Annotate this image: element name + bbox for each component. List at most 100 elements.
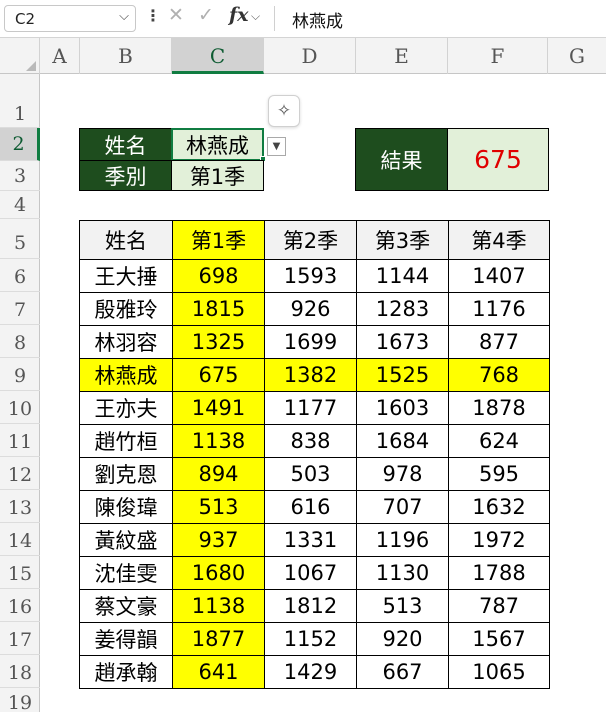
table-header-q4[interactable]: 第4季 [448,220,550,260]
table-cell[interactable]: 1673 [356,325,449,359]
table-cell[interactable]: 641 [172,655,265,689]
table-cell[interactable]: 1788 [448,556,550,590]
row-header-12[interactable]: 12 [0,457,40,490]
table-cell[interactable]: 1138 [172,589,265,623]
table-cell[interactable]: 趙承翰 [79,655,173,689]
table-cell[interactable]: 1491 [172,391,265,425]
table-cell[interactable]: 1325 [172,325,265,359]
row-header-2[interactable]: 2 [0,128,40,161]
table-header-q2[interactable]: 第2季 [264,220,357,260]
table-cell[interactable]: 978 [356,457,449,491]
lookup-name-label[interactable]: 姓名 [79,128,172,161]
table-header-q1[interactable]: 第1季 [172,220,265,260]
table-cell[interactable]: 林羽容 [79,325,173,359]
table-cell[interactable]: 513 [172,490,265,524]
table-cell[interactable]: 838 [264,424,357,458]
select-all-button[interactable] [0,38,40,74]
table-cell[interactable]: 1331 [264,523,357,557]
formula-input[interactable]: 林燕成 [292,7,343,32]
column-header-f[interactable]: F [448,38,548,74]
table-cell[interactable]: 1972 [448,523,550,557]
row-header-7[interactable]: 7 [0,292,40,325]
table-cell[interactable]: 595 [448,457,550,491]
table-cell[interactable]: 1407 [448,259,550,293]
table-cell[interactable]: 1067 [264,556,357,590]
table-cell[interactable]: 894 [172,457,265,491]
validation-dropdown-icon[interactable]: ▼ [267,137,286,156]
table-cell[interactable]: 1065 [448,655,550,689]
table-cell[interactable]: 1138 [172,424,265,458]
table-cell[interactable]: 707 [356,490,449,524]
table-cell[interactable]: 1176 [448,292,550,326]
table-cell[interactable]: 877 [448,325,550,359]
row-header-4[interactable]: 4 [0,191,40,219]
column-header-a[interactable]: A [40,38,80,74]
table-cell[interactable]: 667 [356,655,449,689]
result-label[interactable]: 結果 [355,128,448,191]
column-header-d[interactable]: D [264,38,356,74]
column-header-g[interactable]: G [548,38,606,74]
table-cell[interactable]: 林燕成 [79,358,173,392]
table-cell[interactable]: 1812 [264,589,357,623]
table-cell[interactable]: 王大捶 [79,259,173,293]
column-header-c[interactable]: C [172,38,264,74]
row-header-5[interactable]: 5 [0,219,40,259]
table-cell[interactable]: 沈佳雯 [79,556,173,590]
table-cell[interactable]: 1877 [172,622,265,656]
table-cell[interactable]: 殷雅玲 [79,292,173,326]
row-header-16[interactable]: 16 [0,589,40,622]
table-cell[interactable]: 1382 [264,358,357,392]
row-header-17[interactable]: 17 [0,622,40,655]
table-cell[interactable]: 趙竹桓 [79,424,173,458]
table-cell[interactable]: 1283 [356,292,449,326]
table-cell[interactable]: 1684 [356,424,449,458]
table-cell[interactable]: 920 [356,622,449,656]
table-cell[interactable]: 黃紋盛 [79,523,173,557]
row-header-8[interactable]: 8 [0,325,40,358]
more-options-icon[interactable]: ⋮ [145,6,161,25]
enter-icon[interactable]: ✓ [198,4,214,26]
table-cell[interactable]: 陳俊瑋 [79,490,173,524]
table-cell[interactable]: 1593 [264,259,357,293]
table-cell[interactable]: 1196 [356,523,449,557]
table-cell[interactable]: 1878 [448,391,550,425]
table-cell[interactable]: 787 [448,589,550,623]
table-cell[interactable]: 1525 [356,358,449,392]
table-cell[interactable]: 1152 [264,622,357,656]
table-cell[interactable]: 姜得韻 [79,622,173,656]
result-value-cell[interactable]: 675 [447,128,549,191]
row-header-13[interactable]: 13 [0,490,40,523]
table-cell[interactable]: 624 [448,424,550,458]
table-cell[interactable]: 513 [356,589,449,623]
table-cell[interactable]: 675 [172,358,265,392]
row-header-9[interactable]: 9 [0,358,40,391]
row-header-19[interactable]: 19 [0,688,40,712]
table-cell[interactable]: 1177 [264,391,357,425]
cancel-icon[interactable]: ✕ [168,4,184,26]
table-cell[interactable]: 926 [264,292,357,326]
copilot-sparkle-icon[interactable]: ✧ [268,95,300,127]
lookup-name-value-cell[interactable]: 林燕成 [171,128,264,161]
table-cell[interactable]: 1567 [448,622,550,656]
insert-function-icon[interactable]: fx [229,4,249,26]
table-cell[interactable]: 1603 [356,391,449,425]
table-cell[interactable]: 蔡文豪 [79,589,173,623]
table-cell[interactable]: 1429 [264,655,357,689]
row-header-6[interactable]: 6 [0,259,40,292]
table-cell[interactable]: 503 [264,457,357,491]
column-header-e[interactable]: E [356,38,448,74]
chevron-down-icon[interactable]: ⌵ [119,9,129,24]
column-header-b[interactable]: B [80,38,172,74]
chevron-down-icon[interactable]: ⌵ [251,9,260,24]
table-cell[interactable]: 937 [172,523,265,557]
table-cell[interactable]: 1632 [448,490,550,524]
table-cell[interactable]: 劉克恩 [79,457,173,491]
table-cell[interactable]: 1815 [172,292,265,326]
row-header-18[interactable]: 18 [0,655,40,688]
table-cell[interactable]: 王亦夫 [79,391,173,425]
table-header-q3[interactable]: 第3季 [356,220,449,260]
lookup-season-value-cell[interactable]: 第1季 [171,160,264,191]
table-cell[interactable]: 1130 [356,556,449,590]
lookup-season-label[interactable]: 季別 [79,160,172,191]
table-cell[interactable]: 1699 [264,325,357,359]
